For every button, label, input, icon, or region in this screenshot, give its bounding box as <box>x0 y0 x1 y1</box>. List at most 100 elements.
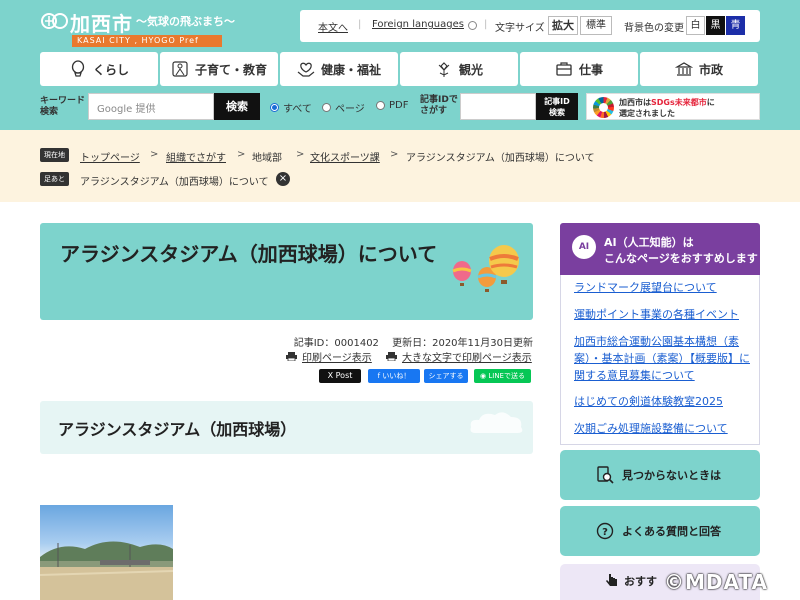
question-bubble-icon: ? <box>596 522 614 540</box>
site-logo[interactable]: 加西市 〜気球の飛ぶまち〜 KASAI CITY , HYOGO Pref <box>40 8 235 48</box>
printer-icon <box>386 352 397 361</box>
bg-white-button[interactable]: 白 <box>686 16 705 35</box>
nav-label: 市政 <box>698 62 723 77</box>
breadcrumb-organization[interactable]: 組織でさがす <box>166 149 226 164</box>
radio-label: ページ <box>335 104 365 115</box>
ai-icon: AI <box>572 235 596 259</box>
breadcrumb-separator: > <box>390 149 399 160</box>
radio-dot <box>270 103 279 112</box>
article-id-search-button[interactable]: 記事ID 検索 <box>536 93 578 120</box>
breadcrumb-top[interactable]: トップページ <box>80 149 140 164</box>
hand-pointer-icon <box>606 574 617 586</box>
ai-link-sports-park-plan[interactable]: 加西市総合運動公園基本構想（素案）・基本計画（素案）【概要版】に関する意見募集に… <box>574 333 752 384</box>
font-size-label: 文字サイズ <box>495 23 545 34</box>
watermark: ©MDATA <box>664 570 768 594</box>
x-post-button[interactable]: X Post <box>319 369 361 383</box>
hot-air-balloons-icon <box>452 245 519 292</box>
nav-label: 健康・福祉 <box>320 62 381 77</box>
printer-icon <box>286 352 297 361</box>
breadcrumb-separator: > <box>150 149 159 160</box>
font-large-button[interactable]: 拡大 <box>548 16 578 35</box>
print-large-link[interactable]: 大きな文字で印刷ページ表示 <box>386 349 532 364</box>
close-icon[interactable]: × <box>276 172 290 186</box>
line-share-button[interactable]: ◉ LINEで送る <box>474 369 531 383</box>
faq-button[interactable]: ? よくある質問と回答 <box>560 506 760 556</box>
child-icon <box>172 61 188 77</box>
search-document-icon <box>597 466 614 484</box>
facebook-like-button[interactable]: f いいね！ <box>368 369 420 383</box>
sdgs-banner[interactable]: 加西市はSDGs未来都市に 選定されました <box>586 93 760 120</box>
stadium-photo <box>40 505 173 600</box>
footprint-item[interactable]: アラジンスタジアム（加西球場）について <box>80 173 269 188</box>
nav-label: 子育て・教育 <box>194 62 267 77</box>
bg-black-button[interactable]: 黒 <box>706 16 725 35</box>
print-link-label: 印刷ページ表示 <box>302 353 372 364</box>
ai-title-line1: AI（人工知能）は <box>604 236 694 249</box>
site-header: 加西市 〜気球の飛ぶまち〜 KASAI CITY , HYOGO Pref 本文… <box>0 0 800 130</box>
radio-all[interactable]: すべて <box>270 100 312 115</box>
nav-shisei[interactable]: 市政 <box>640 52 758 86</box>
bg-color-label: 背景色の変更 <box>624 23 684 34</box>
skip-to-main-link[interactable]: 本文へ <box>318 19 348 34</box>
ai-link-exercise-points[interactable]: 運動ポイント事業の各種イベント <box>574 306 752 323</box>
font-standard-button[interactable]: 標準 <box>580 16 612 35</box>
foreign-languages-link[interactable]: Foreign languages <box>372 19 464 30</box>
search-button[interactable]: 検索 <box>214 93 260 120</box>
radio-label: すべて <box>283 104 312 115</box>
search-input[interactable]: Google 提供 <box>88 93 214 120</box>
article-meta: 記事ID：0001402 更新日：2020年11月30日更新 <box>293 338 533 349</box>
svg-text:?: ? <box>602 527 608 538</box>
stadium-scene <box>40 541 173 600</box>
article-id-input[interactable] <box>460 93 536 120</box>
ai-link-landmark[interactable]: ランドマーク展望台について <box>574 279 752 296</box>
radio-page[interactable]: ページ <box>322 100 365 115</box>
nav-label: 仕事 <box>578 62 603 77</box>
ai-link-kendo[interactable]: はじめての剣道体験教室2025 <box>574 393 752 410</box>
breadcrumb-region-dept: 地域部 <box>252 153 282 164</box>
util-divider: | <box>484 19 488 30</box>
page-title-box: アラジンスタジアム（加西球場）について <box>40 223 533 320</box>
flower-icon <box>438 62 450 77</box>
site-tagline: 〜気球の飛ぶまち〜 <box>136 15 235 28</box>
nav-kenko[interactable]: 健康・福祉 <box>280 52 398 86</box>
ai-recommend-header: AI AI（人工知能）は こんなページをおすすめします <box>560 223 760 275</box>
print-link[interactable]: 印刷ページ表示 <box>286 349 372 364</box>
line-share-label: LINEで送る <box>488 372 525 380</box>
faq-label: よくある質問と回答 <box>622 525 721 538</box>
page-title: アラジンスタジアム（加西球場）について <box>60 242 438 266</box>
util-divider: | <box>358 19 362 30</box>
section-heading-box: アラジンスタジアム（加西球場） <box>40 401 533 454</box>
site-subname: KASAI CITY , HYOGO Pref <box>72 35 222 47</box>
facebook-share-button[interactable]: シェアする <box>424 369 468 383</box>
nav-kanko[interactable]: 観光 <box>400 52 518 86</box>
nav-label: くらし <box>92 62 129 77</box>
utility-bar: 本文へ | Foreign languages | 文字サイズ 拡大 標準 背景… <box>300 10 760 42</box>
cloud-icon <box>470 412 523 433</box>
not-found-label: 見つからないときは <box>622 469 721 482</box>
radio-dot <box>376 101 385 110</box>
sdgs-wheel-icon <box>593 97 614 118</box>
ai-title-line2: こんなページをおすすめします <box>604 252 758 265</box>
radio-pdf[interactable]: PDF <box>376 100 408 111</box>
nav-label: 観光 <box>458 62 483 77</box>
balloon-icon <box>71 60 85 77</box>
keyword-search-label: キーワード 検索 <box>40 96 86 117</box>
section-heading: アラジンスタジアム（加西球場） <box>58 420 297 439</box>
line-icon: ◉ <box>480 372 487 380</box>
radio-dot <box>322 103 331 112</box>
sdgs-line1: 加西市はSDGs未来都市に <box>619 98 715 107</box>
not-found-button[interactable]: 見つからないときは <box>560 450 760 500</box>
hands-icon <box>297 62 315 77</box>
breadcrumb-culture-sports[interactable]: 文化スポーツ課 <box>310 149 380 164</box>
nav-kosodate[interactable]: 子育て・教育 <box>160 52 278 86</box>
current-location-tag: 現在地 <box>40 148 69 162</box>
radio-label: PDF <box>389 100 409 111</box>
bg-blue-button[interactable]: 青 <box>726 16 745 35</box>
nav-shigoto[interactable]: 仕事 <box>520 52 638 86</box>
ai-recommend-list: ランドマーク展望台について 運動ポイント事業の各種イベント 加西市総合運動公園基… <box>560 275 760 445</box>
breadcrumb-area: 現在地 トップページ > 組織でさがす > 地域部 > 文化スポーツ課 > アラ… <box>0 130 800 202</box>
ai-link-waste-facility[interactable]: 次期ごみ処理施設整備について <box>574 420 752 437</box>
nav-kurashi[interactable]: くらし <box>40 52 158 86</box>
recommend-label: おすす <box>624 575 657 588</box>
fb-like-label: いいね！ <box>382 372 411 380</box>
